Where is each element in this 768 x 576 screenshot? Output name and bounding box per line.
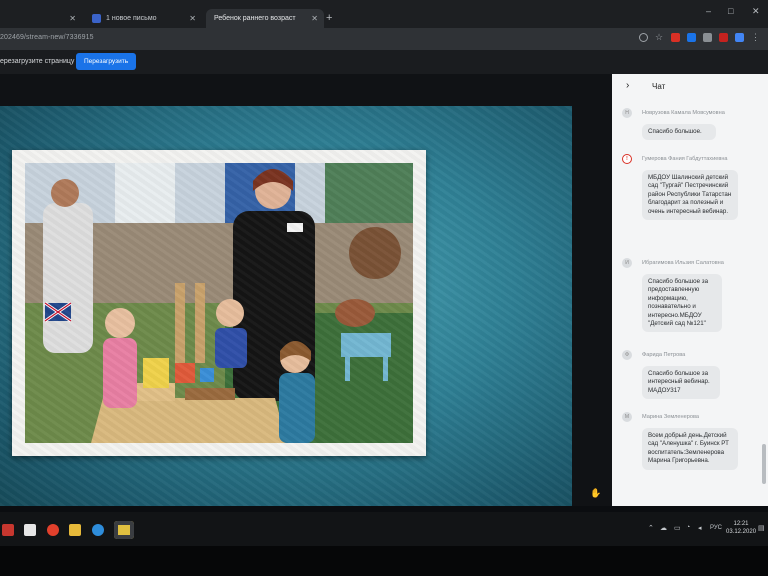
extension-blue-icon[interactable] [687,33,696,42]
chevron-up-icon[interactable]: ⌃ [648,524,654,532]
clock-time: 12:21 [733,521,749,527]
browser-tab[interactable]: ✕ [0,9,82,28]
yandex-icon[interactable] [47,524,59,536]
url-field[interactable]: 202469/stream-new/7336915 [0,34,94,41]
reload-button[interactable]: Перезагрузить [76,53,137,70]
cloud-icon[interactable]: ☁ [660,524,667,532]
taskbar: ⌃ ☁ ▭ ◔ ◂ РУС 12:21 03.12.2020 ▤ [0,512,768,546]
stream-area: ✋ [0,74,612,506]
message-sender: Гумерова Фания Габдуттахиевна [642,156,728,162]
message-text: Спасибо большое за предоставленную инфор… [642,274,722,333]
classroom-photo [25,163,413,443]
network-icon[interactable]: ▭ [674,524,681,532]
mail-icon [92,14,101,23]
screen: ✕ 1 новое письмо ✕ Ребенок раннего возра… [0,0,768,576]
avatar: Ф [622,350,632,360]
extension-red2-icon[interactable] [719,33,728,42]
volume-icon[interactable]: ◂ [698,524,702,532]
close-tab-icon[interactable]: ✕ [69,14,76,23]
message-text: Всем добрый день.Детский сад "Аленушка" … [642,428,738,470]
close-window-button[interactable]: ✕ [752,6,760,17]
raise-hand-icon[interactable]: ✋ [590,488,601,499]
browser-tab-active[interactable]: Ребенок раннего возраст ✕ [206,9,324,28]
avatar: И [622,258,632,268]
language-indicator[interactable]: РУС [710,525,722,531]
system-tray: ⌃ ☁ ▭ ◔ ◂ РУС 12:21 03.12.2020 ▤ [628,512,768,546]
folder-icon[interactable] [69,524,81,536]
avatar: М [622,412,632,422]
app-icon-red[interactable] [2,524,14,536]
menu-icon[interactable]: ⋮ [751,33,760,42]
tab-label: Ребенок раннего возраст [214,15,296,22]
chat-scrollbar[interactable] [762,444,766,484]
monitor-bezel [0,546,768,576]
avatar: H [622,108,632,118]
extension-red-icon[interactable] [671,33,680,42]
edge-icon[interactable] [92,524,104,536]
chrome-icon[interactable] [114,521,134,539]
tab-label: 1 новое письмо [106,15,157,22]
new-tab-button[interactable]: + [326,12,332,24]
message-sender: Новрузова Камала Мовсумовна [642,110,725,116]
message-sender: Ибрагимова Ильзия Салатовна [642,260,724,266]
search-icon[interactable] [639,33,648,42]
message-sender: Марина Земленерова [642,414,699,420]
wifi-icon[interactable]: ◔ [686,524,690,531]
store-icon[interactable] [24,524,36,536]
extension-gray-icon[interactable] [703,33,712,42]
reload-infobar: ерезагрузите страницу Перезагрузить [0,50,768,74]
maximize-button[interactable]: □ [728,6,733,16]
browser-tab-bar: ✕ 1 новое письмо ✕ Ребенок раннего возра… [0,0,768,28]
alert-icon: ! [622,154,632,164]
message-sender: Фарида Петрова [642,352,686,358]
presentation-slide [0,106,572,506]
clock-date: 03.12.2020 [726,529,757,535]
message-text: МБДОУ Шалинский детский сад "Тургай" Пес… [642,170,738,221]
message-text: Спасибо большое за интересный вебинар. М… [642,366,720,400]
clock[interactable]: 12:21 03.12.2020 [726,520,756,536]
close-tab-icon[interactable]: ✕ [311,14,318,23]
photo-frame [12,150,426,456]
chat-title: Чат [652,82,666,91]
message-text: Спасибо большое. [642,124,716,141]
notifications-icon[interactable]: ▤ [758,524,765,532]
minimize-button[interactable]: – [706,6,711,16]
extension-icons: ☆ ⋮ [639,33,760,42]
infobar-text: ерезагрузите страницу [0,58,75,65]
star-icon[interactable]: ☆ [655,33,664,42]
browser-tab-mail[interactable]: 1 новое письмо ✕ [84,9,202,28]
classroom-photo-drawing [25,163,413,443]
address-bar: 202469/stream-new/7336915 ☆ ⋮ [0,28,768,50]
extension-blue2-icon[interactable] [735,33,744,42]
chat-panel: › Чат H Новрузова Камала Мовсумовна Спас… [612,74,768,506]
chat-header: › Чат [612,74,768,100]
collapse-chat-icon[interactable]: › [626,80,629,91]
close-tab-icon[interactable]: ✕ [189,14,196,23]
